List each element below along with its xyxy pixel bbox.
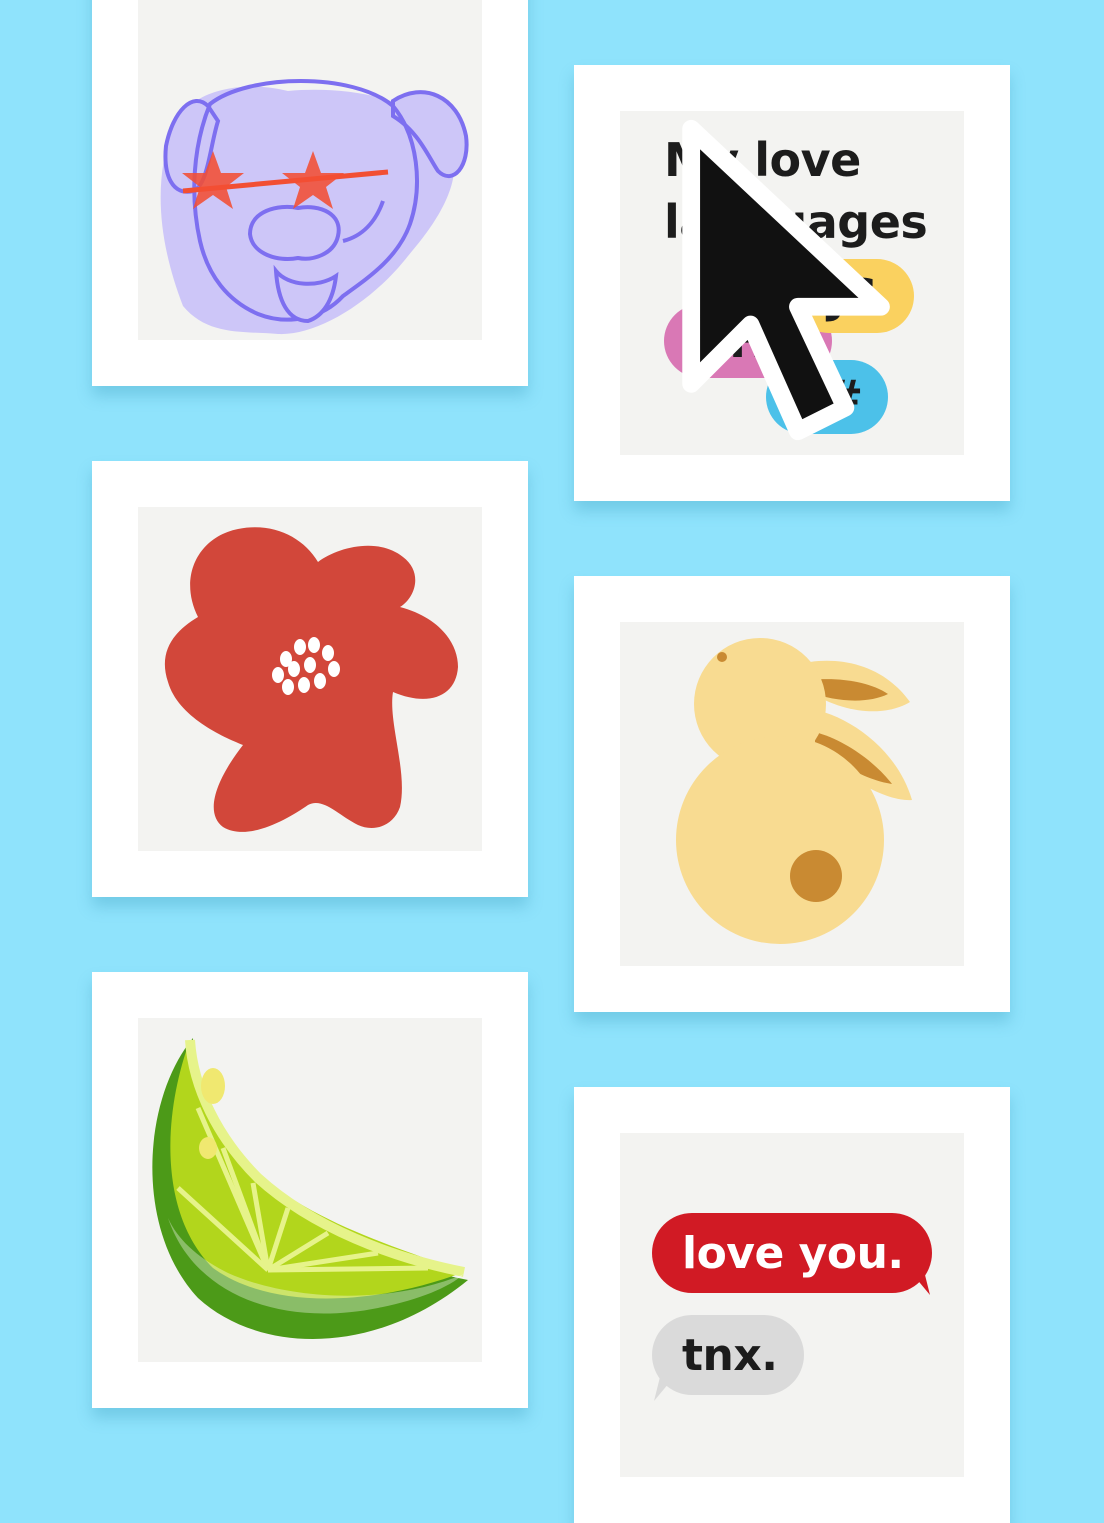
reply-bubble-tail-icon — [654, 1377, 674, 1401]
message-bubble-reply: tnx. — [652, 1315, 804, 1395]
sent-bubble-tail-icon — [910, 1271, 930, 1295]
mouse-cursor-icon — [682, 119, 890, 441]
bunny-icon — [676, 638, 912, 944]
message-sent-text: love you. — [682, 1227, 904, 1279]
dog-icon — [160, 79, 469, 335]
dog-nose — [247, 205, 341, 261]
flower-card[interactable] — [92, 461, 528, 897]
lime-seed-1 — [201, 1068, 225, 1104]
message-reply-text: tnx. — [682, 1329, 778, 1381]
lime-slice-icon — [152, 1038, 468, 1339]
bunny-body — [676, 736, 884, 944]
chat-card[interactable]: love you. tnx. — [574, 1087, 1010, 1523]
lime-card[interactable] — [92, 972, 528, 1408]
bunny-artwork — [620, 622, 964, 966]
flower-petals — [164, 527, 459, 832]
flower-artwork — [138, 507, 482, 851]
bunny-tail — [790, 850, 842, 902]
love-languages-artwork: My love languages PHP JS C# — [620, 111, 964, 455]
bunny-card[interactable] — [574, 576, 1010, 1012]
message-bubble-sent: love you. — [652, 1213, 932, 1293]
dog-artwork — [138, 0, 482, 340]
chat-artwork: love you. tnx. — [620, 1133, 964, 1477]
dog-card[interactable] — [92, 0, 528, 386]
red-flower-icon — [164, 527, 459, 832]
love-languages-card[interactable]: My love languages PHP JS C# — [574, 65, 1010, 501]
bunny-eye — [717, 652, 727, 662]
lime-artwork — [138, 1018, 482, 1362]
lime-seed-2 — [199, 1137, 217, 1159]
